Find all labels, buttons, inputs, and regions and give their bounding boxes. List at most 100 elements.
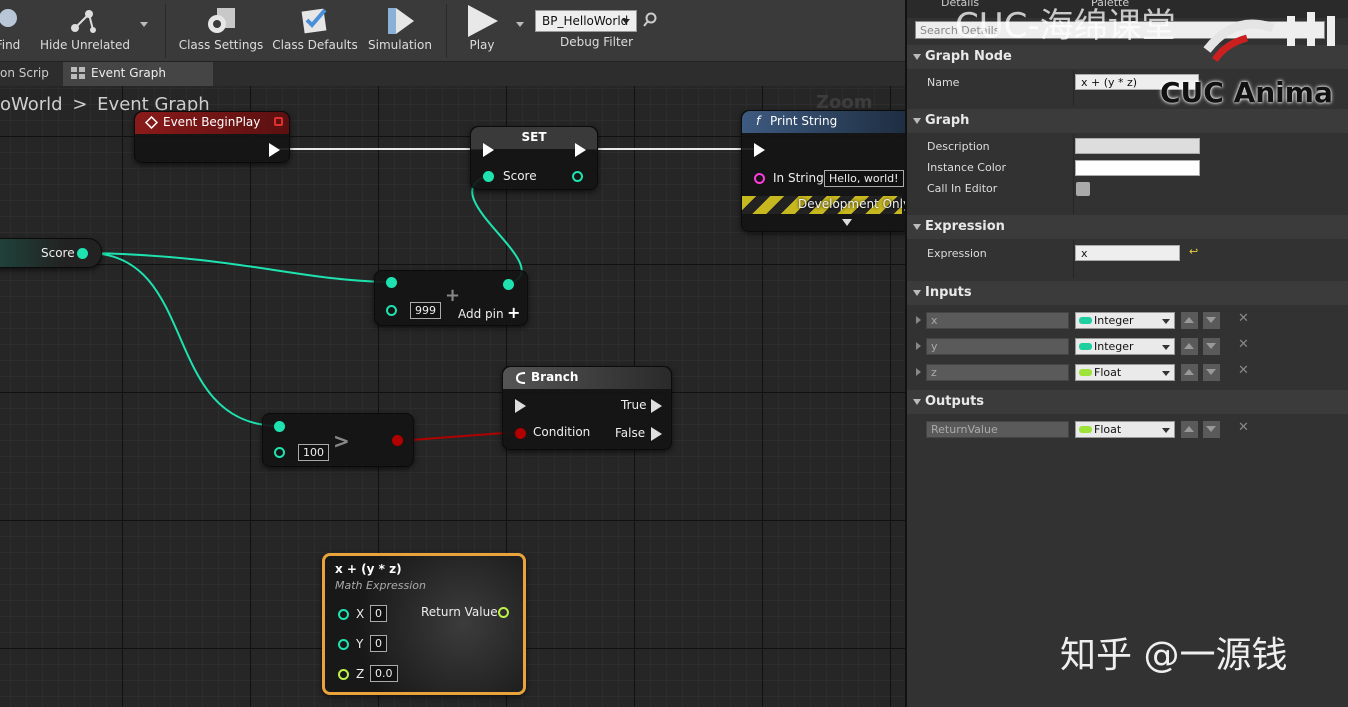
- bool-out-pin[interactable]: [392, 435, 403, 446]
- add-to-set-wire: [471, 175, 523, 284]
- chevron-down-icon: [1162, 319, 1170, 324]
- call-in-editor-checkbox[interactable]: [1076, 182, 1090, 196]
- move-up-button[interactable]: [1181, 312, 1198, 329]
- input-type-select[interactable]: Integer: [1075, 338, 1175, 355]
- expression-field[interactable]: x: [1075, 245, 1180, 261]
- section-outputs[interactable]: Outputs: [907, 390, 1348, 414]
- b-in-pin[interactable]: [274, 447, 285, 458]
- node-header: Branch: [503, 367, 671, 389]
- a-in-pin[interactable]: [386, 277, 397, 288]
- b-in-pin[interactable]: [386, 305, 397, 316]
- score-out-pin[interactable]: [77, 248, 88, 259]
- input-type-select[interactable]: Float: [1075, 364, 1175, 381]
- move-down-button[interactable]: [1203, 338, 1220, 355]
- greater-than-node[interactable]: 100 >: [262, 413, 414, 467]
- bool-wire: [397, 431, 519, 442]
- remove-param-icon[interactable]: ✕: [1238, 337, 1249, 352]
- class-defaults-button[interactable]: Class Defaults: [272, 0, 358, 60]
- output-type-select[interactable]: Float: [1075, 421, 1175, 438]
- y-in-pin[interactable]: [338, 639, 349, 650]
- expand-param-icon[interactable]: [916, 316, 921, 324]
- score-getter-node[interactable]: Score: [0, 238, 102, 268]
- play-options-dropdown-arrow-icon[interactable]: [516, 22, 524, 27]
- add-pin-button[interactable]: Add pin: [458, 307, 504, 321]
- a-in-pin[interactable]: [274, 421, 285, 432]
- exec-in-pin[interactable]: [515, 399, 526, 413]
- column-divider: [1073, 70, 1074, 106]
- score-in-pin[interactable]: [483, 171, 494, 182]
- search-icon[interactable]: [642, 12, 658, 28]
- play-button[interactable]: Play: [456, 0, 508, 60]
- input-name-field[interactable]: x: [926, 312, 1069, 329]
- remove-param-icon[interactable]: ✕: [1238, 311, 1249, 326]
- type-color-chip: [1079, 426, 1092, 433]
- input-type-select[interactable]: Integer: [1075, 312, 1175, 329]
- play-icon: [468, 5, 498, 37]
- y-value[interactable]: 0: [370, 635, 387, 652]
- z-in-pin[interactable]: [338, 669, 349, 680]
- x-in-pin[interactable]: [338, 609, 349, 620]
- exec-in-pin[interactable]: [483, 143, 494, 157]
- find-button[interactable]: Find: [0, 0, 28, 60]
- set-score-node[interactable]: SET Score: [470, 126, 598, 190]
- in-string-pin[interactable]: [754, 173, 765, 184]
- class-settings-button[interactable]: Class Settings: [178, 0, 264, 60]
- simulation-button[interactable]: Simulation: [365, 0, 435, 60]
- expand-param-icon[interactable]: [916, 368, 921, 376]
- input-name-field[interactable]: y: [926, 338, 1069, 355]
- event-beginplay-node[interactable]: Event BeginPlay: [134, 111, 290, 163]
- expand-arrow-icon[interactable]: [842, 219, 852, 226]
- type-color-chip: [1079, 369, 1092, 376]
- condition-pin[interactable]: [515, 428, 526, 439]
- exec-in-pin[interactable]: [754, 143, 765, 157]
- move-up-button[interactable]: [1181, 421, 1198, 438]
- exec-out-pin[interactable]: [269, 143, 280, 157]
- event-graph-canvas[interactable]: oWorld > Event Graph Zoom 1:1 Event Begi…: [0, 86, 905, 707]
- graph-nodes-icon: [71, 10, 96, 33]
- math-expression-node[interactable]: x + (y * z) Math Expression X 0 Return V…: [322, 553, 526, 695]
- hide-unrelated-dropdown-arrow-icon[interactable]: [140, 22, 148, 27]
- simulation-icon: [388, 8, 414, 34]
- move-down-button[interactable]: [1203, 421, 1220, 438]
- plus-icon[interactable]: +: [507, 303, 520, 322]
- move-down-button[interactable]: [1203, 312, 1220, 329]
- false-exec-pin[interactable]: [651, 427, 662, 441]
- section-graph[interactable]: Graph: [907, 109, 1348, 133]
- tab-bar: on Scrip Event Graph: [0, 62, 905, 86]
- section-inputs[interactable]: Inputs: [907, 281, 1348, 305]
- x-value[interactable]: 0: [370, 605, 387, 622]
- node-header: f Print String: [742, 111, 905, 133]
- z-value[interactable]: 0.0: [370, 665, 398, 682]
- tab-event-graph[interactable]: Event Graph: [63, 62, 213, 86]
- move-up-button[interactable]: [1181, 364, 1198, 381]
- return-value-pin[interactable]: [498, 607, 509, 618]
- move-up-button[interactable]: [1181, 338, 1198, 355]
- move-down-button[interactable]: [1203, 364, 1220, 381]
- b-value[interactable]: 100: [298, 444, 329, 461]
- add-node[interactable]: 999 + Add pin +: [374, 270, 528, 326]
- input-name-field[interactable]: z: [926, 364, 1069, 381]
- description-field[interactable]: [1075, 138, 1200, 154]
- output-name-field[interactable]: ReturnValue: [926, 421, 1069, 438]
- instance-color-swatch[interactable]: [1075, 160, 1200, 176]
- toolbar: Find Hide Unrelated Class Settings Class…: [0, 0, 905, 62]
- tab-construction-script[interactable]: on Scrip: [0, 62, 58, 86]
- true-exec-pin[interactable]: [651, 399, 662, 413]
- node-body: [325, 556, 523, 692]
- remove-param-icon[interactable]: ✕: [1238, 363, 1249, 378]
- remove-param-icon[interactable]: ✕: [1238, 420, 1249, 435]
- in-string-value[interactable]: Hello, world!: [824, 170, 904, 187]
- checklist-icon: [301, 8, 327, 34]
- reset-arrow-icon[interactable]: ↩: [1189, 245, 1198, 258]
- debug-object-select[interactable]: BP_HelloWorld: [535, 10, 637, 32]
- section-expression[interactable]: Expression: [907, 215, 1348, 239]
- exec-out-pin[interactable]: [575, 143, 586, 157]
- expand-param-icon[interactable]: [916, 342, 921, 350]
- hide-unrelated-button[interactable]: Hide Unrelated: [40, 0, 130, 60]
- branch-node[interactable]: Branch Condition True False: [502, 366, 672, 450]
- print-string-node[interactable]: f Print String In String Hello, world! D…: [741, 110, 905, 232]
- delegate-pin-icon[interactable]: [274, 117, 283, 126]
- b-value[interactable]: 999: [410, 302, 441, 319]
- result-out-pin[interactable]: [503, 279, 514, 290]
- score-out-pin[interactable]: [572, 171, 583, 182]
